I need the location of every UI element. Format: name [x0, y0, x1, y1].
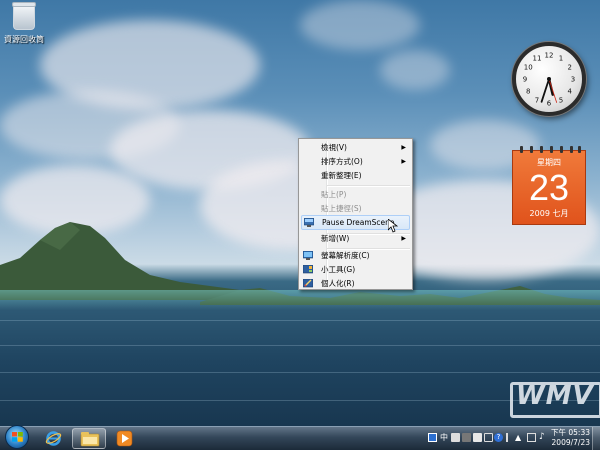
- gadgets-icon: [303, 265, 313, 274]
- mouse-pointer-icon: [388, 219, 398, 233]
- clock-gadget[interactable]: 1 2 3 4 5 6 7 8 9 10 11 12: [512, 42, 586, 116]
- clock-numeral: 3: [571, 76, 575, 84]
- calendar-day: 23: [528, 167, 570, 208]
- menu-item-paste-shortcut[interactable]: 貼上捷徑(S): [301, 202, 410, 216]
- recycle-bin-label: 資源回收筒: [4, 35, 44, 44]
- volume-icon[interactable]: ♪: [539, 433, 548, 442]
- clock-numeral: 1: [559, 55, 563, 63]
- clock-numeral: 4: [568, 88, 573, 96]
- system-tray: 中 ? ▲ ♪ 下午 05:33 2009/7/23: [428, 427, 600, 450]
- clock-minute-hand: [540, 78, 550, 103]
- show-hidden-icons-icon[interactable]: ▲: [515, 433, 524, 442]
- taskbar-date: 2009/7/23: [551, 438, 590, 447]
- menu-item-personalize[interactable]: 個人化(R): [301, 277, 410, 291]
- clock-numeral: 11: [533, 55, 542, 63]
- clock-numeral: 9: [523, 76, 527, 84]
- keyboard-icon[interactable]: [451, 433, 460, 442]
- taskbar-clock[interactable]: 下午 05:33 2009/7/23: [551, 428, 590, 448]
- recycle-bin-icon: [12, 2, 36, 30]
- submenu-arrow-icon: ▶: [401, 235, 406, 242]
- taskbar-ie-button[interactable]: [36, 428, 70, 449]
- explorer-folder-icon: [80, 432, 100, 447]
- start-button[interactable]: [5, 425, 29, 449]
- calendar-page: 星期四 23 2009 七月: [512, 150, 586, 225]
- menu-item-refresh[interactable]: 重新整理(E): [301, 169, 410, 183]
- menu-item-sort-by[interactable]: 排序方式(O) ▶: [301, 155, 410, 169]
- menu-item-gadgets[interactable]: 小工具(G): [301, 263, 410, 277]
- windows-logo-icon: [12, 432, 23, 442]
- ie-icon: [45, 431, 62, 446]
- taskbar-time: 下午 05:33: [551, 428, 590, 437]
- menu-item-view[interactable]: 檢視(V) ▶: [301, 141, 410, 155]
- ime-mode-icon[interactable]: [462, 433, 471, 442]
- calendar-gadget[interactable]: 星期四 23 2009 七月: [512, 146, 586, 225]
- desktop-context-menu: 檢視(V) ▶ 排序方式(O) ▶ 重新整理(E) 貼上(P) 貼上捷徑(S) …: [298, 138, 413, 290]
- help-icon[interactable]: ?: [494, 433, 503, 442]
- media-player-icon: [116, 430, 133, 447]
- calendar-rings: [512, 146, 586, 153]
- ime-settings-icon[interactable]: [473, 433, 482, 442]
- show-desktop-button[interactable]: [592, 427, 600, 450]
- menu-item-screen-resolution[interactable]: 螢幕解析度(C): [301, 249, 410, 263]
- submenu-arrow-icon: ▶: [401, 158, 406, 165]
- clock-numeral: 12: [545, 52, 554, 60]
- personalize-icon: [303, 279, 313, 288]
- language-indicator[interactable]: 中: [440, 432, 448, 443]
- display-icon: [303, 251, 313, 260]
- calendar-year-month: 2009 七月: [529, 209, 569, 218]
- menu-item-paste[interactable]: 貼上(P): [301, 188, 410, 202]
- taskbar-media-player-button[interactable]: [108, 428, 142, 449]
- submenu-arrow-icon: ▶: [401, 144, 406, 151]
- tray-separator-icon: [506, 433, 515, 442]
- taskbar: 中 ? ▲ ♪ 下午 05:33 2009/7/23: [0, 425, 600, 450]
- network-icon[interactable]: [527, 433, 536, 442]
- recycle-bin-shortcut[interactable]: 資源回收筒: [2, 2, 46, 45]
- clock-numeral: 2: [568, 64, 572, 72]
- clock-numeral: 6: [547, 100, 552, 108]
- taskbar-explorer-button[interactable]: [72, 428, 106, 449]
- clock-numeral: 10: [524, 64, 533, 72]
- clock-numeral: 8: [526, 88, 530, 96]
- dreamscene-icon: [304, 218, 314, 227]
- menu-item-new[interactable]: 新增(W) ▶: [301, 232, 410, 246]
- clock-numeral: 5: [559, 96, 563, 104]
- ime-icon[interactable]: [428, 433, 437, 442]
- desktop[interactable]: 資源回收筒 1 2 3 4 5 6 7 8 9 10 11 12 星期四 23 2009 七月 檢視(…: [0, 0, 600, 426]
- wmv-watermark: WMV: [516, 381, 594, 411]
- ime-options-icon[interactable]: [484, 433, 493, 442]
- clock-numeral: 7: [535, 96, 539, 104]
